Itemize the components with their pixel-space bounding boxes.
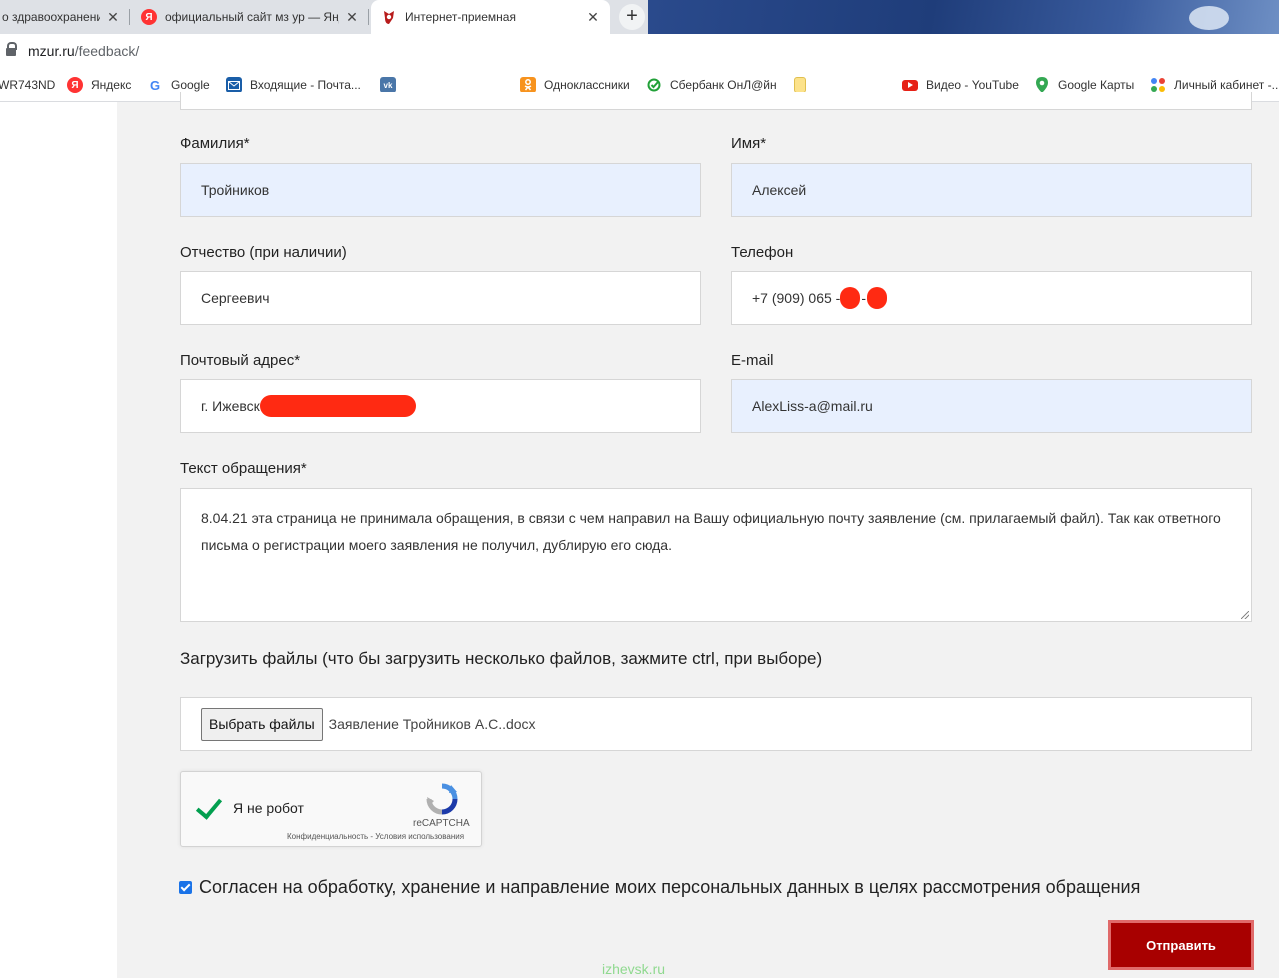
close-icon[interactable]: ✕ (106, 9, 120, 26)
email-value: AlexLiss-a@mail.ru (752, 398, 873, 414)
selected-file-name: Заявление Тройников А.С..docx (328, 716, 536, 732)
submit-button[interactable]: Отправить (1108, 920, 1254, 970)
bookmark-label: Яндекс (91, 78, 132, 92)
email-field[interactable]: AlexLiss-a@mail.ru (731, 379, 1252, 433)
close-icon[interactable]: ✕ (345, 9, 359, 26)
consent-label: Согласен на обработку, хранение и направ… (199, 877, 1141, 897)
sberbank-icon (646, 77, 662, 93)
phone-field[interactable]: +7 (909) 065 - - (731, 271, 1252, 325)
patronymic-field[interactable]: Сергеевич (180, 271, 701, 325)
tab-internet-reception[interactable]: Интернет-приемная ✕ (371, 0, 610, 34)
yandex-icon: Я (67, 77, 83, 93)
choose-files-button[interactable]: Выбрать файлы (201, 707, 323, 741)
url-text[interactable]: mzur.ru/feedback/ (28, 43, 139, 59)
last-name-value: Тройников (201, 182, 270, 198)
address-bar[interactable]: mzur.ru/feedback/ (0, 34, 1279, 68)
url-domain: mzur.ru (28, 43, 75, 59)
odnoklassniki-icon (520, 77, 536, 93)
google-icon: G (149, 77, 161, 93)
bookmark-label: Личный кабинет -... (1174, 78, 1279, 92)
tab-title: Интернет-приемная (405, 10, 516, 24)
note-icon (794, 77, 806, 93)
first-name-label: Имя* (731, 135, 767, 152)
site-emblem-icon (381, 9, 397, 25)
bookmark-label: Видео - YouTube (926, 78, 1019, 92)
consent-row[interactable]: Согласен на обработку, хранение и направ… (179, 877, 1140, 898)
last-name-label: Фамилия* (180, 135, 250, 152)
resize-handle-icon[interactable] (1241, 611, 1249, 619)
watermark: izhevsk.ru (602, 961, 666, 977)
bookmark-label: Одноклассники (544, 78, 630, 92)
recaptcha-widget[interactable]: Я не робот reCAPTCHA Конфиденциальность … (180, 771, 482, 847)
bookmark-label: Сбербанк ОнЛ@йн (670, 78, 777, 92)
postal-address-field[interactable]: г. Ижевск (180, 379, 701, 433)
file-upload-field[interactable]: Выбрать файлы Заявление Тройников А.С..d… (180, 697, 1252, 751)
last-name-field[interactable]: Тройников (180, 163, 701, 217)
url-path: /feedback/ (74, 43, 140, 59)
checkmark-icon[interactable] (197, 790, 227, 820)
envelope-icon (226, 77, 242, 93)
bookmark-yandex[interactable]: Я Яндекс (67, 76, 131, 94)
vk-icon: vk (380, 77, 396, 93)
bookmark-label: Google (171, 78, 210, 92)
bookmark-label: WR743ND (0, 78, 56, 92)
window-banner (648, 0, 1279, 34)
recaptcha-privacy-terms[interactable]: Конфиденциальность - Условия использован… (287, 832, 464, 841)
previous-field-edge (180, 92, 1252, 110)
first-name-field[interactable]: Алексей (731, 163, 1252, 217)
account-icon (1150, 77, 1166, 93)
new-tab-button[interactable]: + (619, 4, 645, 30)
upload-label: Загрузить файлы (что бы загрузить нескол… (180, 649, 823, 668)
postal-address-label: Почтовый адрес* (180, 352, 301, 369)
yandex-icon: Я (141, 9, 157, 25)
bookmark-router[interactable]: WR743ND (0, 76, 55, 94)
first-name-value: Алексей (752, 182, 807, 198)
tab-title: официальный сайт мз ур — Янд (165, 10, 339, 24)
recaptcha-label: Я не робот (233, 800, 304, 816)
address-redaction (259, 395, 416, 417)
bookmark-label: Входящие - Почта... (250, 78, 361, 92)
close-icon[interactable]: ✕ (586, 9, 600, 26)
youtube-icon (902, 79, 918, 91)
feedback-form: Фамилия* Тройников Имя* Алексей Отчество… (117, 92, 1279, 978)
tab-healthcare[interactable]: о здравоохранени ✕ (0, 0, 130, 34)
message-label: Текст обращения* (180, 460, 307, 477)
message-value: 8.04.21 эта страница не принимала обраще… (201, 510, 1221, 553)
phone-label: Телефон (731, 244, 794, 261)
postal-address-value: г. Ижевск (201, 398, 260, 414)
phone-redaction (867, 287, 888, 309)
recaptcha-brand: reCAPTCHA (413, 818, 470, 829)
map-pin-icon (1034, 77, 1050, 93)
bookmark-label: Google Карты (1058, 78, 1135, 92)
tab-title: о здравоохранени (2, 10, 100, 24)
phone-value: +7 (909) 065 - (752, 290, 841, 306)
message-textarea[interactable]: 8.04.21 эта страница не принимала обраще… (180, 488, 1252, 622)
consent-checkbox[interactable] (179, 881, 192, 894)
browser-tab-bar: о здравоохранени ✕ Я официальный сайт мз… (0, 0, 1279, 34)
patronymic-value: Сергеевич (201, 290, 270, 306)
email-label: E-mail (731, 352, 774, 369)
page-viewport: Фамилия* Тройников Имя* Алексей Отчество… (0, 92, 1279, 978)
patronymic-label: Отчество (при наличии) (180, 244, 347, 261)
phone-dash: - (861, 290, 867, 306)
lock-icon[interactable] (6, 42, 17, 56)
phone-redaction (840, 287, 861, 309)
tab-yandex-search[interactable]: Я официальный сайт мз ур — Янд ✕ (131, 0, 369, 34)
recaptcha-logo-icon (425, 782, 459, 816)
